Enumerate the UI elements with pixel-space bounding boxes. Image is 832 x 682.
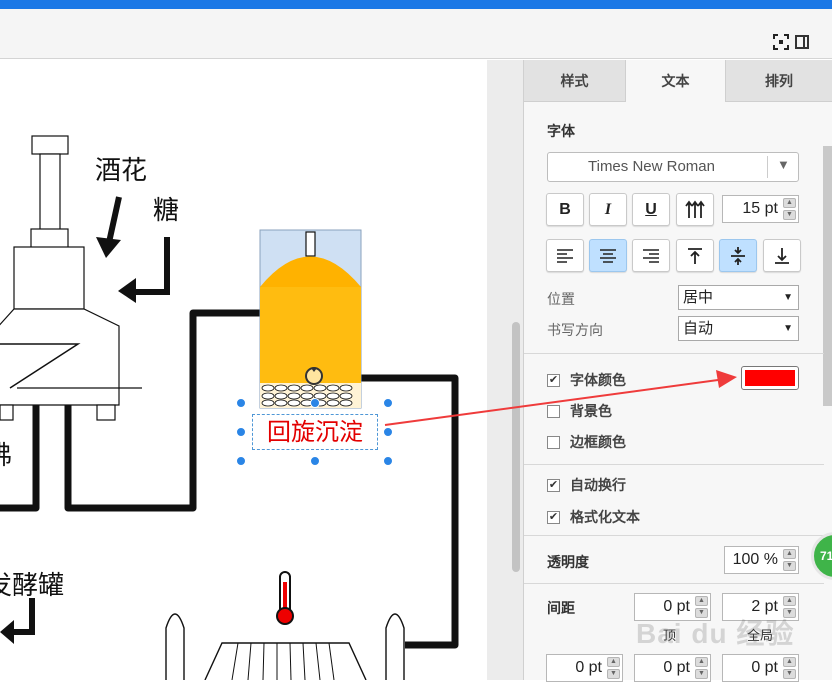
tab-arrange[interactable]: 排列 [726,60,832,102]
position-select[interactable]: 居中 ▼ [678,285,799,310]
border-color-checkbox[interactable] [547,435,560,449]
divider [524,353,824,354]
word-wrap-row[interactable]: ✔ 自动换行 [547,475,626,495]
font-section-label: 字体 [547,123,575,139]
decrease-icon[interactable]: ▼ [783,210,796,220]
align-center-icon [600,248,616,263]
increase-icon[interactable]: ▲ [607,657,620,667]
canvas-scrollbar[interactable] [512,322,520,572]
spacing-label: 间距 [547,600,575,616]
font-size-stepper[interactable]: 15 pt ▲ ▼ [722,195,799,223]
align-left-icon [557,248,573,263]
resize-handle-top-right[interactable] [383,398,393,408]
panel-scrollbar[interactable] [823,146,832,406]
align-center-button[interactable] [589,239,627,272]
align-right-icon [643,248,659,263]
sugar-arrow [118,237,170,303]
increase-icon[interactable]: ▲ [695,657,708,667]
chevron-down-icon: ▼ [783,292,793,303]
font-color-swatch [745,370,795,386]
font-color-row[interactable]: ✔ 字体颜色 [547,370,626,390]
decrease-icon[interactable]: ▼ [783,669,796,679]
resize-handle-bottom-left[interactable] [236,456,246,466]
valign-bottom-icon [775,247,789,264]
position-label: 位置 [547,291,575,307]
fullscreen-icon[interactable] [773,34,789,50]
font-color-picker[interactable] [741,366,799,390]
diagram-canvas[interactable]: 酒花 糖 沸 发酵罐 回旋沉淀 [0,60,487,680]
decrease-icon[interactable]: ▼ [607,669,620,679]
vertical-text-button[interactable] [676,193,714,226]
valign-middle-icon [731,246,745,265]
background-color-checkbox[interactable] [547,404,560,418]
increase-icon[interactable]: ▲ [695,596,708,606]
fermenter-label: 发酵罐 [0,571,65,601]
resize-handle-bottom[interactable] [310,456,320,466]
font-family-select[interactable]: Times New Roman ▼ [547,152,799,182]
hops-label: 酒花 [95,156,148,186]
rotate-handle-icon [305,367,323,385]
whirlpool-tank-shape[interactable] [259,229,362,409]
resize-handle-bottom-right[interactable] [383,456,393,466]
align-right-button[interactable] [632,239,670,272]
hops-arrow [96,196,122,258]
decrease-icon[interactable]: ▼ [783,561,796,571]
divider [524,535,824,536]
valign-bottom-button[interactable] [763,239,801,272]
border-color-row[interactable]: 边框颜色 [547,432,626,452]
word-wrap-checkbox[interactable]: ✔ [547,478,560,492]
increase-icon[interactable]: ▲ [783,549,796,559]
vertical-text-icon [685,200,705,218]
whirlpool-label-selected[interactable]: 回旋沉淀 [252,414,378,450]
font-family-divider [767,156,768,178]
opacity-label: 透明度 [547,554,589,570]
valign-top-icon [688,247,702,264]
increase-icon[interactable]: ▲ [783,198,796,208]
valign-top-button[interactable] [676,239,714,272]
bold-button[interactable]: B [546,193,584,226]
increase-icon[interactable]: ▲ [783,657,796,667]
align-left-button[interactable] [546,239,584,272]
divider [524,464,824,465]
title-bar [0,0,832,9]
valign-middle-button[interactable] [719,239,757,272]
underline-button[interactable]: U [632,193,670,226]
writing-direction-select[interactable]: 自动 ▼ [678,316,799,341]
resize-handle-right[interactable] [383,427,393,437]
diagram-drawing [0,135,459,680]
font-family-value: Times New Roman [588,158,715,175]
resize-handle-top[interactable] [310,398,320,408]
resize-handle-top-left[interactable] [236,398,246,408]
watermark: Bai du 经验 [636,618,795,649]
chevron-down-icon: ▼ [783,323,793,334]
tab-text[interactable]: 文本 [626,60,726,102]
opacity-stepper[interactable]: 100 % ▲ ▼ [724,546,799,574]
background-color-row[interactable]: 背景色 [547,401,612,421]
spacing-right-stepper[interactable]: 0 pt ▲ ▼ [722,654,799,682]
resize-handle-left[interactable] [236,427,246,437]
increase-icon[interactable]: ▲ [783,596,796,606]
sugar-label: 糖 [153,196,180,226]
chevron-down-icon: ▼ [777,157,790,172]
toolbar [0,9,832,59]
boil-label: 沸 [0,435,12,472]
spacing-left-stepper[interactable]: 0 pt ▲ ▼ [546,654,623,682]
spacing-middle-stepper[interactable]: 0 pt ▲ ▼ [634,654,711,682]
divider [524,583,824,584]
formatted-text-row[interactable]: ✔ 格式化文本 [547,507,640,527]
writing-direction-label: 书写方向 [547,322,603,338]
font-color-checkbox[interactable]: ✔ [547,373,560,387]
sugar-arrow-left [0,598,35,644]
thermometer-icon [276,571,294,625]
italic-button[interactable]: I [589,193,627,226]
formatted-text-checkbox[interactable]: ✔ [547,510,560,524]
tab-style[interactable]: 样式 [524,60,626,102]
decrease-icon[interactable]: ▼ [695,669,708,679]
panel-toggle-icon[interactable] [795,35,809,49]
